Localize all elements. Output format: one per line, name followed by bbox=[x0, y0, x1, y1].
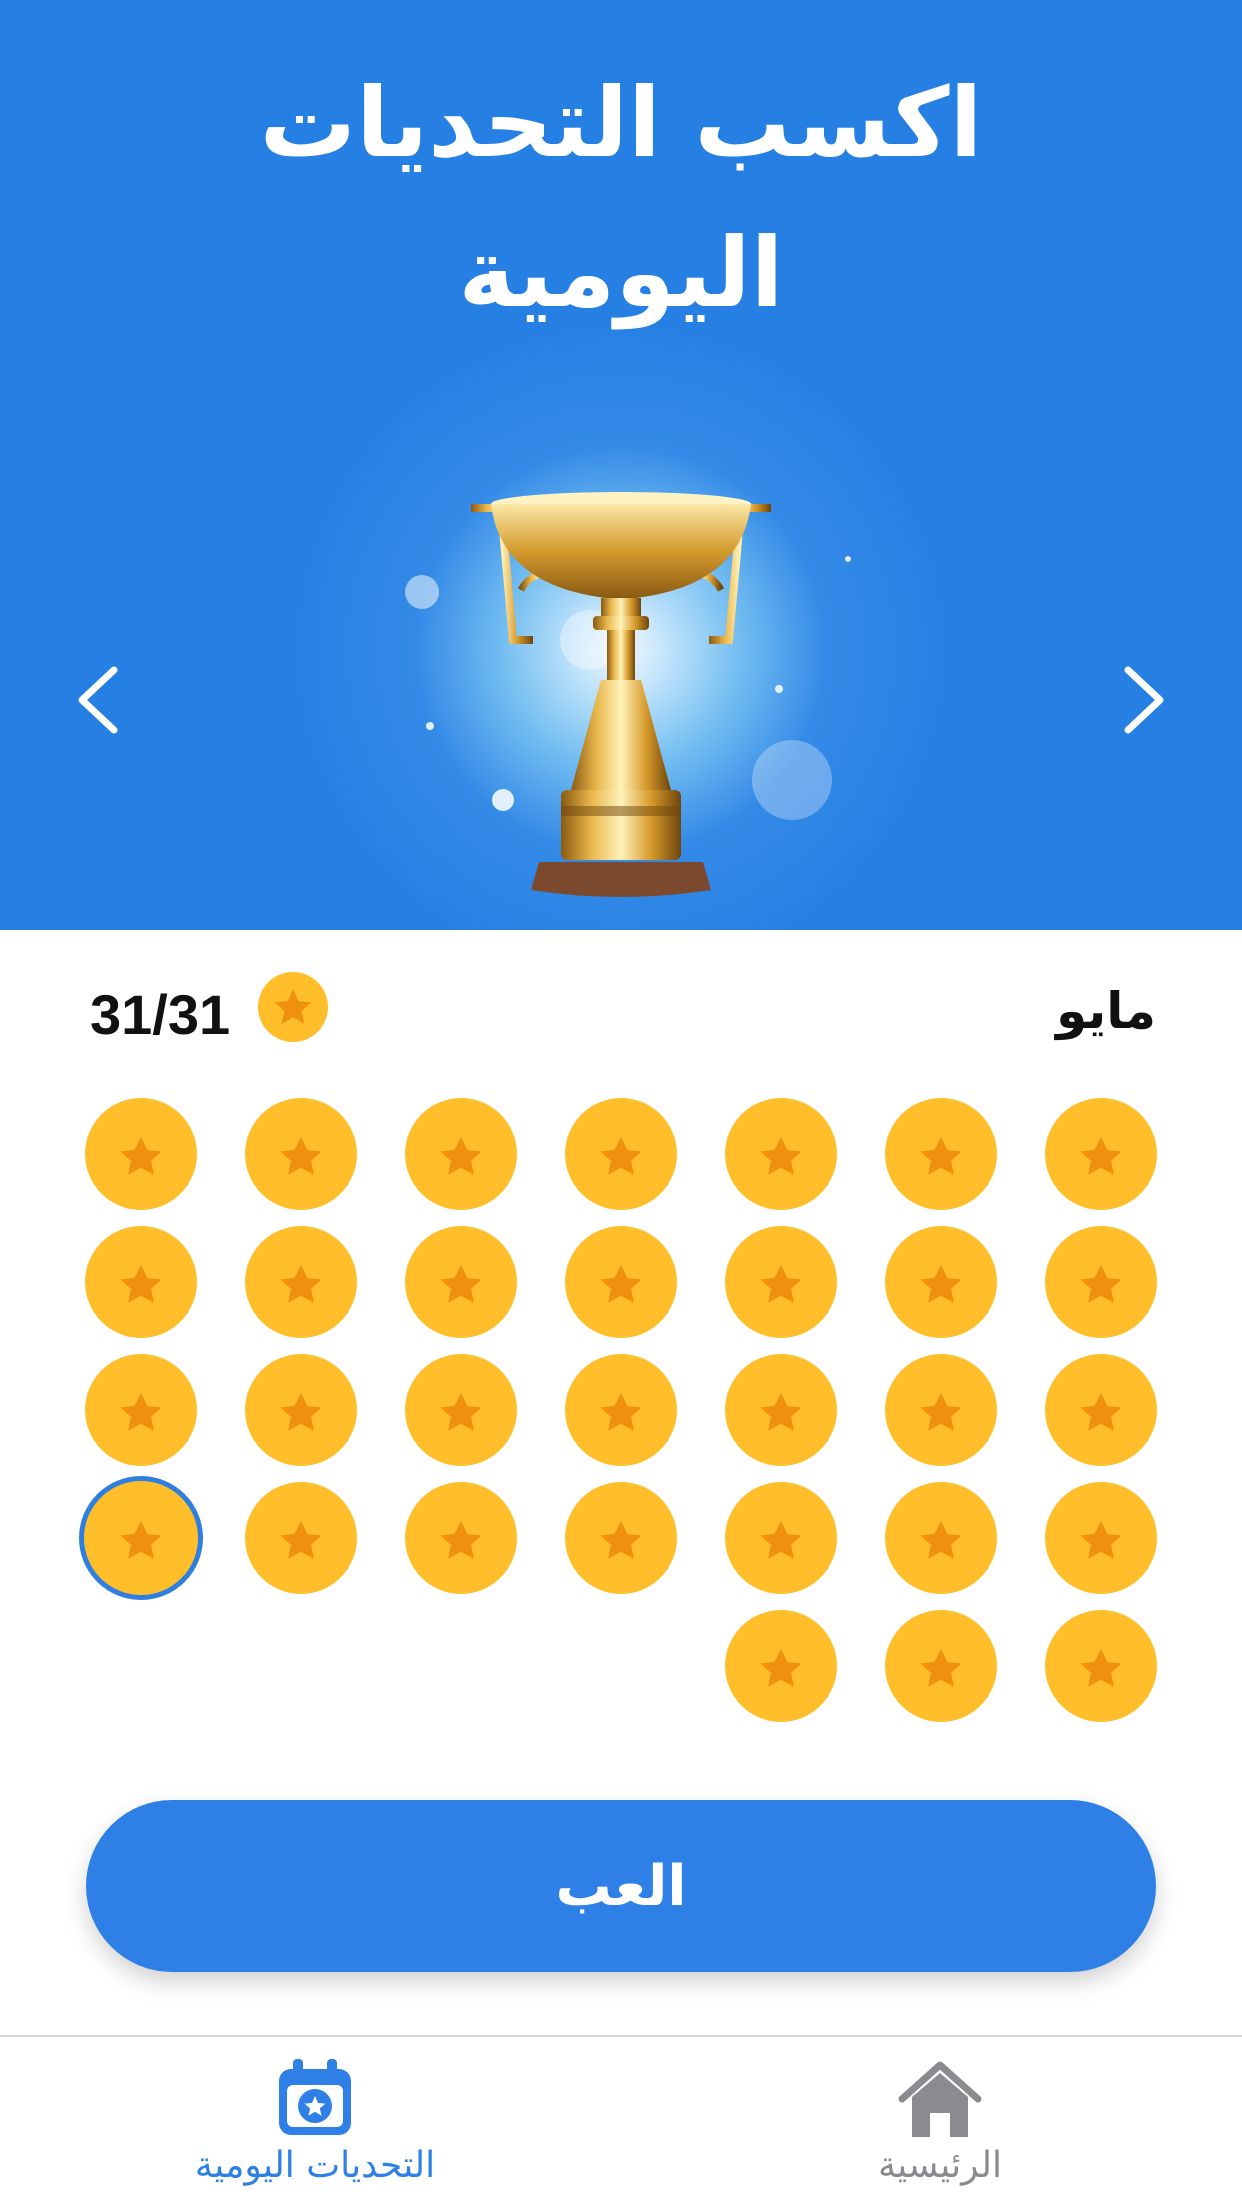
day-coin[interactable] bbox=[565, 1098, 677, 1210]
star-icon bbox=[920, 1521, 962, 1559]
hero-banner: اكسب التحديات اليومية bbox=[0, 0, 1242, 930]
home-icon bbox=[898, 2061, 982, 2137]
star-icon bbox=[600, 1265, 642, 1303]
day-coin[interactable] bbox=[725, 1226, 837, 1338]
day-coin[interactable] bbox=[725, 1482, 837, 1594]
star-coin-icon bbox=[258, 972, 328, 1042]
star-icon bbox=[440, 1393, 482, 1431]
star-icon bbox=[280, 1521, 322, 1559]
star-icon bbox=[600, 1393, 642, 1431]
day-coin[interactable] bbox=[245, 1226, 357, 1338]
day-coin[interactable] bbox=[1045, 1226, 1157, 1338]
hero-title-line-2: اليومية bbox=[458, 217, 784, 329]
star-icon bbox=[120, 1137, 162, 1175]
tab-bar: التحديات اليومية الرئيسية bbox=[0, 2035, 1242, 2210]
star-icon bbox=[120, 1393, 162, 1431]
tab-home[interactable]: الرئيسية bbox=[770, 2057, 1110, 2207]
chevron-right-icon[interactable] bbox=[1102, 660, 1182, 740]
star-icon bbox=[1080, 1265, 1122, 1303]
day-coin[interactable] bbox=[85, 1226, 197, 1338]
tab-daily-challenges-label: التحديات اليومية bbox=[194, 2145, 436, 2186]
star-icon bbox=[920, 1265, 962, 1303]
day-coin[interactable] bbox=[565, 1482, 677, 1594]
hero-title: اكسب التحديات اليومية bbox=[0, 48, 1242, 348]
star-icon bbox=[280, 1137, 322, 1175]
sparkle bbox=[845, 556, 851, 562]
day-coin[interactable] bbox=[245, 1482, 357, 1594]
day-coin[interactable] bbox=[405, 1226, 517, 1338]
day-coin[interactable] bbox=[1045, 1610, 1157, 1722]
calendar-star-icon bbox=[279, 2059, 351, 2135]
day-coin[interactable] bbox=[565, 1226, 677, 1338]
day-coin[interactable] bbox=[1045, 1354, 1157, 1466]
star-icon bbox=[760, 1521, 802, 1559]
star-icon bbox=[1080, 1137, 1122, 1175]
star-icon bbox=[1080, 1393, 1122, 1431]
day-coin[interactable] bbox=[885, 1354, 997, 1466]
star-icon bbox=[760, 1649, 802, 1687]
star-icon bbox=[440, 1521, 482, 1559]
day-coin[interactable] bbox=[85, 1098, 197, 1210]
star-icon bbox=[760, 1265, 802, 1303]
star-icon bbox=[920, 1137, 962, 1175]
day-coin[interactable] bbox=[405, 1482, 517, 1594]
day-coin[interactable] bbox=[725, 1610, 837, 1722]
day-coin[interactable] bbox=[725, 1354, 837, 1466]
star-icon bbox=[1080, 1521, 1122, 1559]
day-coin[interactable] bbox=[885, 1226, 997, 1338]
month-label: مايو bbox=[1056, 982, 1156, 1040]
sparkle bbox=[426, 722, 434, 730]
hero-title-line-1: اكسب التحديات bbox=[259, 67, 983, 179]
star-icon bbox=[600, 1521, 642, 1559]
star-icon bbox=[920, 1649, 962, 1687]
star-icon bbox=[600, 1137, 642, 1175]
star-icon bbox=[1080, 1649, 1122, 1687]
day-coin[interactable] bbox=[245, 1098, 357, 1210]
tab-daily-challenges[interactable]: التحديات اليومية bbox=[145, 2057, 485, 2207]
day-coin[interactable] bbox=[85, 1354, 197, 1466]
day-coin[interactable] bbox=[885, 1610, 997, 1722]
day-coin[interactable] bbox=[405, 1354, 517, 1466]
chevron-left-icon[interactable] bbox=[60, 660, 140, 740]
star-icon bbox=[440, 1265, 482, 1303]
day-coin[interactable] bbox=[245, 1354, 357, 1466]
day-coin[interactable] bbox=[405, 1098, 517, 1210]
day-coin[interactable] bbox=[1045, 1482, 1157, 1594]
day-coin[interactable] bbox=[565, 1354, 677, 1466]
day-coin[interactable] bbox=[1045, 1098, 1157, 1210]
star-icon bbox=[120, 1265, 162, 1303]
star-icon bbox=[760, 1393, 802, 1431]
progress-count: 31/31 bbox=[90, 983, 231, 1046]
star-icon bbox=[920, 1393, 962, 1431]
sparkle bbox=[405, 575, 439, 609]
play-button[interactable]: العب bbox=[86, 1800, 1156, 1972]
star-icon bbox=[440, 1137, 482, 1175]
month-header: 31/31 مايو bbox=[0, 960, 1242, 1060]
day-coin[interactable] bbox=[79, 1476, 203, 1600]
tab-home-label: الرئيسية bbox=[878, 2145, 1002, 2186]
trophy-image bbox=[471, 492, 771, 897]
star-icon bbox=[760, 1137, 802, 1175]
day-coin[interactable] bbox=[885, 1098, 997, 1210]
star-icon bbox=[120, 1521, 162, 1559]
day-coin[interactable] bbox=[885, 1482, 997, 1594]
star-icon bbox=[280, 1393, 322, 1431]
day-coin[interactable] bbox=[725, 1098, 837, 1210]
star-icon bbox=[280, 1265, 322, 1303]
